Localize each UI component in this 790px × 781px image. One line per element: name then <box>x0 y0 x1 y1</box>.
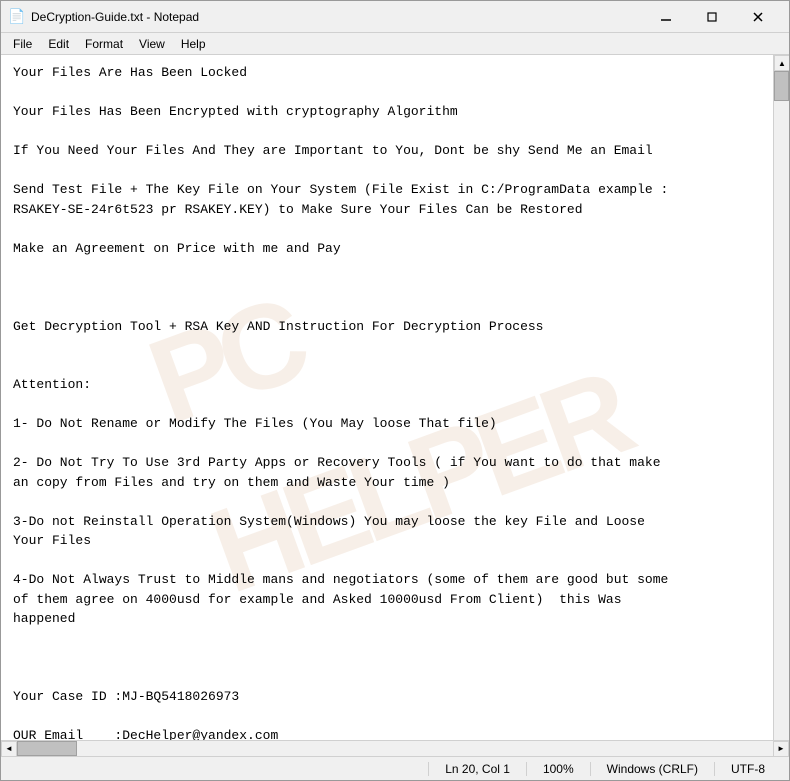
editor-text[interactable]: Your Files Are Has Been Locked Your File… <box>13 63 761 740</box>
scroll-left-button[interactable]: ◄ <box>1 741 17 757</box>
menu-format[interactable]: Format <box>77 35 131 53</box>
menu-file[interactable]: File <box>5 35 40 53</box>
minimize-button[interactable] <box>643 1 689 33</box>
menu-bar: File Edit Format View Help <box>1 33 789 55</box>
encoding: UTF-8 <box>714 762 781 776</box>
cursor-position: Ln 20, Col 1 <box>428 762 526 776</box>
menu-view[interactable]: View <box>131 35 173 53</box>
status-bar: Ln 20, Col 1 100% Windows (CRLF) UTF-8 <box>1 756 789 780</box>
window-controls <box>643 1 781 33</box>
title-bar: 📄 DeCryption-Guide.txt - Notepad <box>1 1 789 33</box>
editor-container: PCHELPER Your Files Are Has Been Locked … <box>1 55 789 740</box>
horizontal-scrollbar[interactable]: ◄ ► <box>1 740 789 756</box>
app-icon: 📄 <box>9 9 25 25</box>
notepad-window: 📄 DeCryption-Guide.txt - Notepad <box>0 0 790 781</box>
close-button[interactable] <box>735 1 781 33</box>
window-title: DeCryption-Guide.txt - Notepad <box>31 10 643 24</box>
scrollbar-thumb-horizontal[interactable] <box>17 741 77 756</box>
scroll-up-button[interactable]: ▲ <box>774 55 789 71</box>
vertical-scrollbar[interactable]: ▲ <box>773 55 789 740</box>
scroll-right-button[interactable]: ► <box>773 741 789 757</box>
menu-edit[interactable]: Edit <box>40 35 77 53</box>
scrollbar-thumb-vertical[interactable] <box>774 71 789 101</box>
maximize-button[interactable] <box>689 1 735 33</box>
zoom-level: 100% <box>526 762 590 776</box>
text-editor[interactable]: PCHELPER Your Files Are Has Been Locked … <box>1 55 773 740</box>
menu-help[interactable]: Help <box>173 35 214 53</box>
line-ending: Windows (CRLF) <box>590 762 714 776</box>
